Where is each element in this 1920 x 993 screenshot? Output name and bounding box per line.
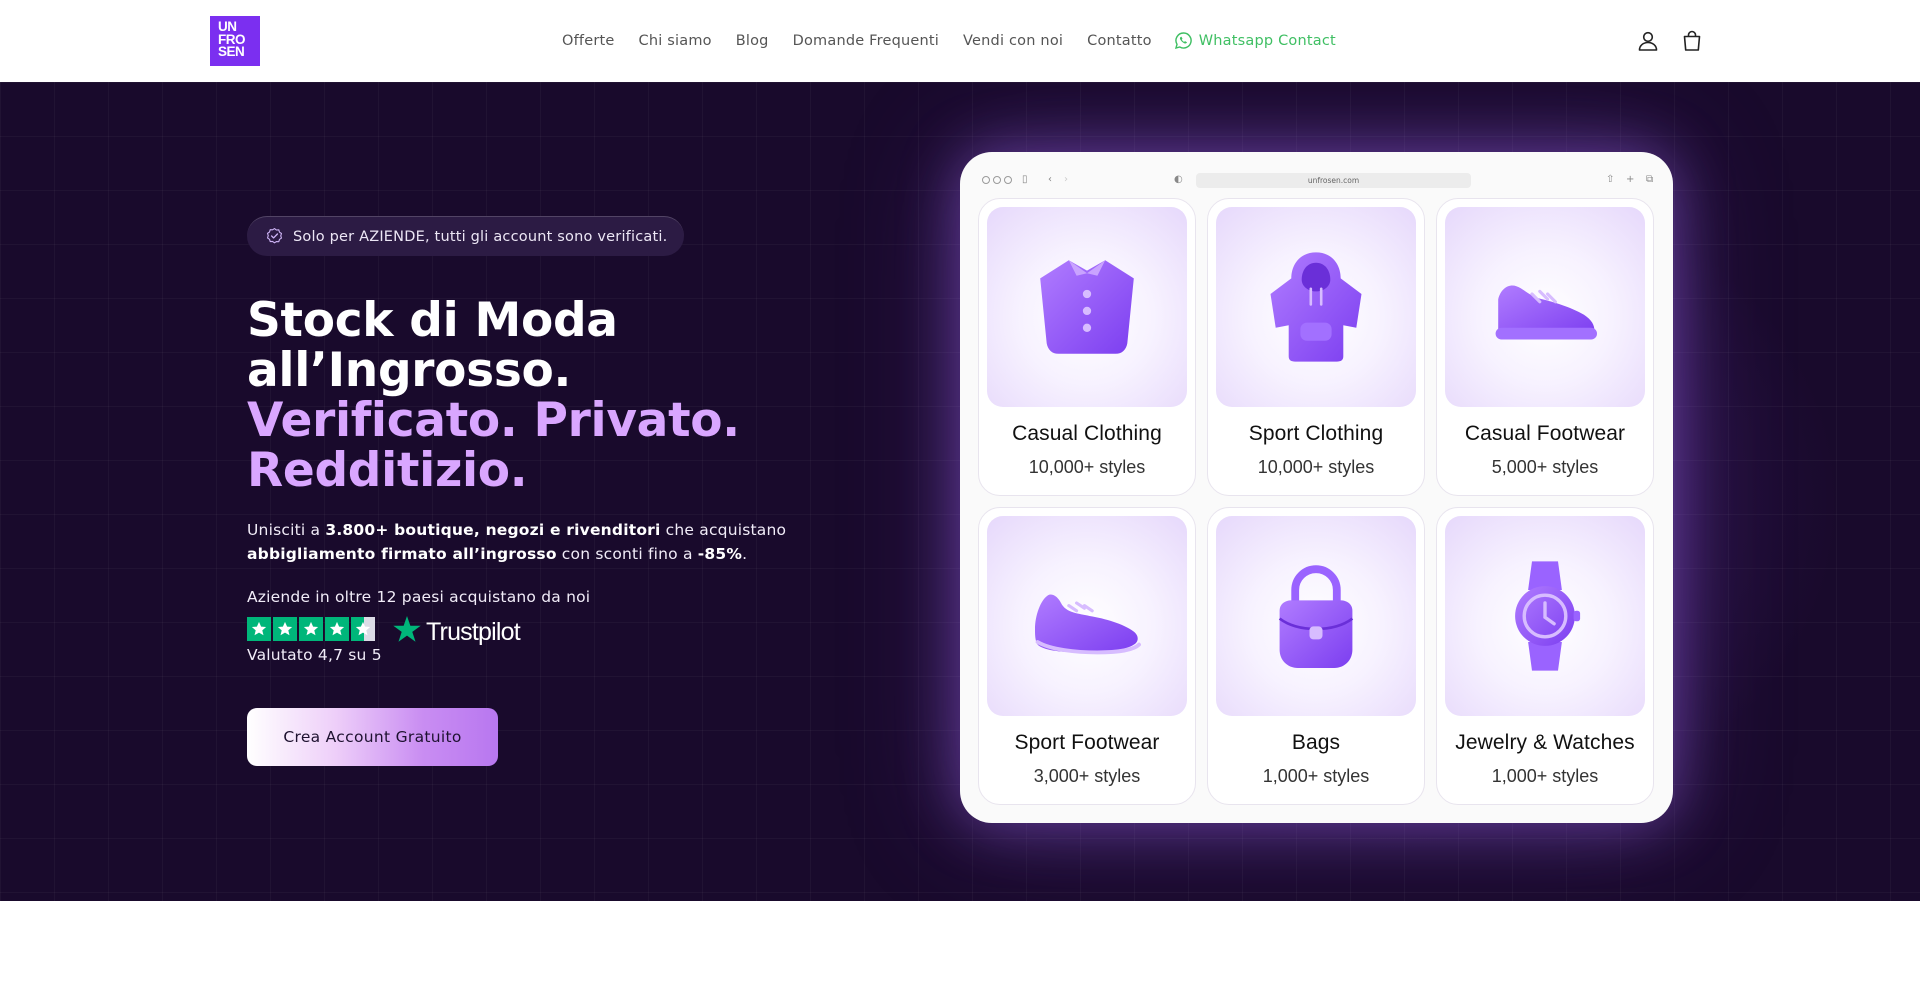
category-thumb	[987, 516, 1187, 716]
nav-chi-siamo[interactable]: Chi siamo	[639, 33, 712, 49]
category-thumb	[987, 207, 1187, 407]
share-icon: ⇧	[1606, 174, 1615, 185]
whatsapp-icon	[1174, 32, 1192, 50]
back-icon: ‹	[1048, 174, 1052, 185]
category-count: 10,000+ styles	[1257, 457, 1375, 477]
nav-whatsapp[interactable]: Whatsapp Contact	[1174, 31, 1336, 50]
star-icon	[325, 617, 349, 641]
forward-icon: ›	[1064, 174, 1068, 185]
mockup-toolbar: ▯ ‹ › ◐ unfrosen.com ⇧ + ⧉	[978, 170, 1655, 190]
tabs-icon: ⧉	[1646, 174, 1654, 185]
hero-title-line: Stock di Moda	[247, 293, 618, 348]
category-title: Jewelry & Watches	[1455, 731, 1635, 754]
hero-sub-text: con sconti fino a	[556, 545, 698, 563]
hero-sub-bold: 3.800+ boutique, negozi e rivenditori	[325, 521, 661, 539]
star-icon	[247, 617, 271, 641]
account-icon[interactable]	[1636, 29, 1660, 53]
sneaker-icon	[1035, 594, 1141, 655]
star-icon	[273, 617, 297, 641]
category-count: 5,000+ styles	[1491, 457, 1599, 477]
whatsapp-label: Whatsapp Contact	[1198, 32, 1336, 49]
category-card[interactable]: Jewelry & Watches 1,000+ styles	[1436, 507, 1654, 805]
verified-badge: Solo per AZIENDE, tutti gli account sono…	[247, 216, 685, 256]
category-title: Bags	[1291, 731, 1341, 754]
site-header: UN FRO SEN Offerte Chi siamo Blog Domand…	[0, 0, 1920, 82]
category-title: Casual Clothing	[1012, 422, 1162, 445]
category-card[interactable]: Casual Clothing 10,000+ styles	[978, 198, 1196, 496]
trustpilot-star-icon	[393, 615, 421, 642]
nav-faq[interactable]: Domande Frequenti	[793, 33, 939, 49]
logo-line: SEN	[218, 44, 245, 59]
hero-title-accent: Verificato. Privato.	[247, 393, 740, 448]
hero-title-accent: Redditizio.	[247, 443, 528, 498]
below-fold	[0, 901, 1920, 993]
trustpilot-wordmark: Trustpilot	[426, 618, 521, 646]
category-card[interactable]: Sport Clothing 10,000+ styles	[1207, 198, 1425, 496]
bag-icon	[1278, 565, 1354, 668]
shield-icon: ◐	[1174, 174, 1183, 185]
main-nav: Offerte Chi siamo Blog Domande Frequenti…	[562, 31, 1336, 50]
category-count: 10,000+ styles	[1028, 457, 1146, 477]
trustpilot-logo[interactable]: Trustpilot	[391, 612, 521, 647]
nav-contatto[interactable]: Contatto	[1087, 33, 1152, 49]
create-account-button[interactable]: Crea Account Gratuito	[247, 708, 498, 766]
category-grid: Casual Clothing 10,000+ styles Sport Clo…	[978, 198, 1655, 805]
category-card[interactable]: Bags 1,000+ styles	[1207, 507, 1425, 805]
star-icon	[299, 617, 323, 641]
category-thumb	[1445, 207, 1645, 407]
category-thumb	[1445, 516, 1645, 716]
trustpilot-stars	[247, 617, 375, 641]
badge-text: Solo per AZIENDE, tutti gli account sono…	[293, 228, 668, 245]
window-controls	[982, 176, 1012, 184]
logo[interactable]: UN FRO SEN	[210, 16, 260, 66]
category-title: Casual Footwear	[1464, 422, 1626, 445]
address-bar: unfrosen.com	[1196, 173, 1471, 188]
hero-sub-text: che acquistano	[660, 521, 787, 539]
shirt-icon	[1040, 260, 1134, 354]
countries-text: Aziende in oltre 12 paesi acquistano da …	[247, 588, 591, 606]
category-count: 3,000+ styles	[1033, 766, 1141, 786]
sidebar-toggle-icon: ▯	[1022, 174, 1028, 185]
category-thumb	[1216, 207, 1416, 407]
hero-section: Solo per AZIENDE, tutti gli account sono…	[0, 82, 1920, 901]
hoodie-icon	[1270, 252, 1362, 362]
hero-title: Stock di Moda all’Ingrosso. Verificato. …	[247, 296, 867, 496]
hero-sub-text: .	[742, 545, 748, 563]
nav-blog[interactable]: Blog	[736, 33, 769, 49]
category-thumb	[1216, 516, 1416, 716]
star-half-icon	[351, 617, 375, 641]
category-card[interactable]: Sport Footwear 3,000+ styles	[978, 507, 1196, 805]
rating-text: Valutato 4,7 su 5	[247, 646, 382, 664]
nav-offerte[interactable]: Offerte	[562, 33, 615, 49]
cart-icon[interactable]	[1680, 29, 1704, 53]
nav-vendi[interactable]: Vendi con noi	[963, 33, 1063, 49]
hero-sub-bold: abbigliamento firmato all’ingrosso	[247, 545, 557, 563]
browser-mockup: ▯ ‹ › ◐ unfrosen.com ⇧ + ⧉ Casual Clothi…	[960, 152, 1673, 823]
hero-sub-bold: -85%	[697, 545, 743, 563]
hero-sub-text: Unisciti a	[247, 521, 326, 539]
watch-icon	[1515, 561, 1581, 671]
new-tab-icon: +	[1626, 174, 1635, 185]
casual-shoe-icon	[1495, 285, 1597, 340]
verified-check-icon	[266, 228, 283, 244]
category-count: 1,000+ styles	[1262, 766, 1370, 786]
hero-subtitle: Unisciti a 3.800+ boutique, negozi e riv…	[247, 518, 867, 566]
category-card[interactable]: Casual Footwear 5,000+ styles	[1436, 198, 1654, 496]
category-count: 1,000+ styles	[1491, 766, 1599, 786]
category-title: Sport Clothing	[1248, 422, 1384, 445]
hero-title-line: all’Ingrosso.	[247, 343, 572, 398]
category-title: Sport Footwear	[1014, 731, 1160, 754]
